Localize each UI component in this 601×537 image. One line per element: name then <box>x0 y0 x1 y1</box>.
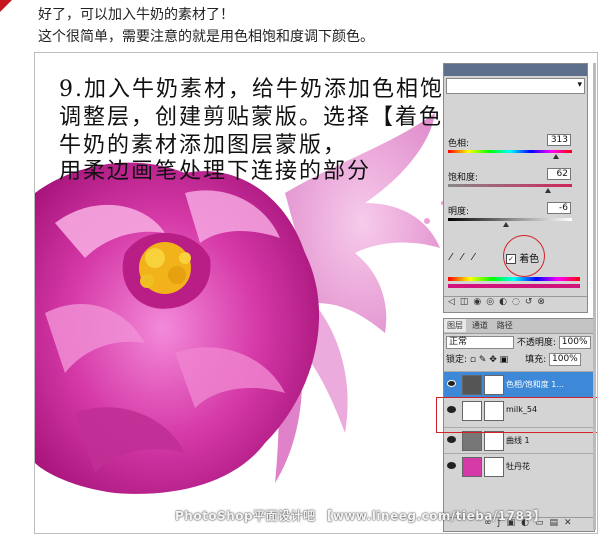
result-color-bar <box>448 284 580 288</box>
layer-peony[interactable]: 牡丹花 <box>444 453 594 479</box>
saturation-slider-track[interactable] <box>448 184 572 187</box>
layer-hue-saturation[interactable]: 色相/饱和度 1... <box>444 371 594 397</box>
panel-tabs: 图层 通道 路径 <box>444 319 594 334</box>
hue-label: 色相: <box>448 139 470 149</box>
layer-name: 色相/饱和度 1... <box>506 380 564 389</box>
hue-saturation-panel: ▾ 色相: 313 饱和度: 62 明度: -6 ⁄ ⁄ ⁄ ✓ 着色 ◁◫◉◎… <box>443 63 588 313</box>
hue-value[interactable]: 313 <box>547 134 571 146</box>
eyedropper-tools[interactable]: ⁄ ⁄ ⁄ <box>450 252 474 263</box>
layers-panel: 图层 通道 路径 正常 不透明度: 100% 锁定: ▫ ✎ ✥ ▣ 填充: 1… <box>436 318 597 532</box>
lightness-label: 明度: <box>448 207 470 217</box>
eyedropper-icon[interactable]: ⁄ <box>450 252 452 263</box>
adjustment-thumbnail <box>462 431 482 451</box>
tab-channels[interactable]: 通道 <box>469 319 491 332</box>
layer-name: 牡丹花 <box>506 462 530 471</box>
highlight-circle <box>503 235 545 277</box>
mask-thumbnail <box>484 375 504 395</box>
layer-name: 曲线 1 <box>506 436 530 445</box>
intro-text-2: 这个很简单，需要注意的就是用色相饱和度调下颜色。 <box>38 29 374 45</box>
saturation-slider-thumb[interactable] <box>545 188 552 193</box>
blend-mode-select[interactable]: 正常 <box>446 336 514 349</box>
hue-slider-thumb[interactable] <box>552 154 559 159</box>
lock-label: 锁定: <box>446 355 468 365</box>
hue-spectrum-bar <box>448 277 580 281</box>
adjustment-thumbnail <box>462 375 482 395</box>
lock-icons[interactable]: ▫ ✎ ✥ ▣ <box>470 355 508 365</box>
mask-thumbnail <box>484 431 504 451</box>
saturation-value[interactable]: 62 <box>547 168 571 180</box>
highlight-rectangle <box>436 397 597 433</box>
lock-row: 锁定: ▫ ✎ ✥ ▣ 填充: 100% <box>446 353 581 366</box>
eyedropper-plus-icon[interactable]: ⁄ <box>461 252 463 263</box>
blend-row: 正常 不透明度: 100% <box>446 336 591 349</box>
eye-icon[interactable] <box>447 380 456 387</box>
eye-icon[interactable] <box>447 436 456 443</box>
scrollbar[interactable] <box>593 63 596 530</box>
opacity-label: 不透明度: <box>516 338 556 348</box>
opacity-field[interactable]: 100% <box>558 336 591 349</box>
mask-thumbnail <box>484 457 504 477</box>
intro-text-1: 好了，可以加入牛奶的素材了！ <box>38 7 234 23</box>
panel-footer-icons[interactable]: ◁◫◉◎◐◌↺⊗ <box>444 296 587 310</box>
preset-dropdown[interactable]: ▾ <box>446 78 585 94</box>
layer-thumbnail <box>462 457 482 477</box>
tab-layers[interactable]: 图层 <box>444 319 466 332</box>
lightness-slider-track[interactable] <box>448 218 572 221</box>
corner-marker <box>0 0 12 12</box>
lightness-value[interactable]: -6 <box>547 202 571 214</box>
saturation-label: 饱和度: <box>448 173 479 183</box>
fill-field[interactable]: 100% <box>549 353 581 366</box>
eye-icon[interactable] <box>447 462 456 469</box>
eyedropper-minus-icon[interactable]: ⁄ <box>472 252 474 263</box>
tab-paths[interactable]: 路径 <box>494 319 516 332</box>
watermark: PhotoShop平面设计吧 【www.lineeg.com/tieba/178… <box>175 509 546 523</box>
panel-titlebar <box>444 64 587 76</box>
fill-label: 填充: <box>525 355 547 365</box>
annotation-line-4: 用柔边画笔处理下连接的部分 <box>59 159 372 184</box>
page: 好了，可以加入牛奶的素材了！ 这个很简单，需要注意的就是用色相饱和度调下颜色。 <box>0 0 601 537</box>
chevron-down-icon: ▾ <box>577 80 582 90</box>
lightness-slider-thumb[interactable] <box>503 222 510 227</box>
hue-slider-track[interactable] <box>448 150 572 153</box>
tutorial-image: 9.加入牛奶素材，给牛奶添加色相饱和度 调整层，创建剪贴蒙版。选择【着色】 牛奶… <box>34 52 598 534</box>
